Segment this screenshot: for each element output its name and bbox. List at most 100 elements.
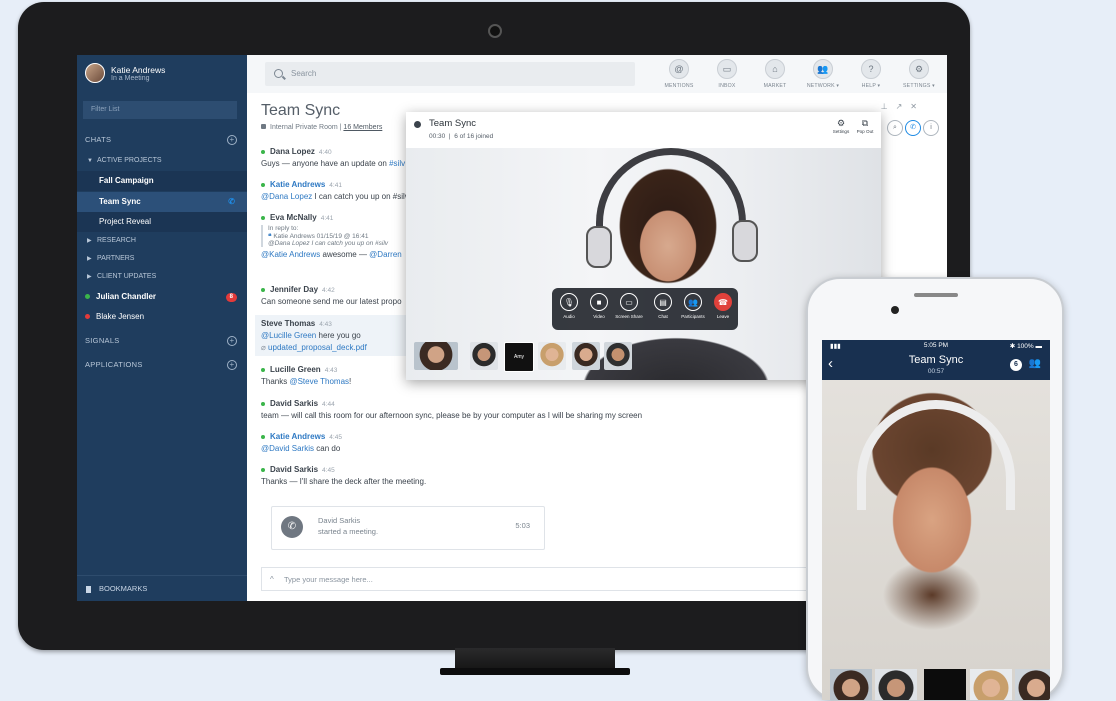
at-icon: @ <box>669 59 689 79</box>
chevron-up-icon[interactable]: ^ <box>270 568 274 592</box>
chevron-right-icon: ▶ <box>87 238 92 244</box>
add-chat-icon[interactable]: + <box>227 135 237 145</box>
sidebar-item-team-sync[interactable]: Team Sync ✆ <box>77 192 247 212</box>
attachment-icon: ⌀ <box>261 343 269 352</box>
room-meta: Internal Private Room | 16 Members <box>261 124 382 131</box>
sidebar-item-project-reveal[interactable]: Project Reveal <box>77 212 247 232</box>
phone-speaker <box>914 293 958 297</box>
mobile-app-screen: ▮▮▮ 5:05 PM ✱ 100% ▬ ‹ Team Sync 00:57 6… <box>822 340 1050 700</box>
mic-icon: 🎙 <box>560 293 578 311</box>
group-research[interactable]: ▶ RESEARCH <box>77 231 247 251</box>
pin-icon[interactable]: ⊥ <box>881 102 896 111</box>
popout-icon[interactable]: ↗ <box>896 102 911 111</box>
help-icon: ? <box>861 59 881 79</box>
add-signal-icon[interactable]: + <box>227 336 237 346</box>
top-bar: Search @ MENTIONS ▭ INBOX ⌂ MARKET 👥 NETWORK… <box>247 55 947 94</box>
nav-market[interactable]: ⌂ MARKET <box>750 59 800 89</box>
bookmark-icon <box>86 585 91 593</box>
participant-tile[interactable] <box>970 669 1012 700</box>
chats-section[interactable]: CHATS + <box>77 130 247 150</box>
bluetooth-icon: ✱ <box>1009 343 1016 350</box>
room-toolbar: ⊥↗✕ <box>881 102 925 111</box>
message: Katie Andrews 4:45 @David Sarkis can do <box>261 432 342 453</box>
popout-icon: ⧉ <box>861 118 869 128</box>
nav-help[interactable]: ? HELP ▾ <box>846 59 896 89</box>
nav-inbox[interactable]: ▭ INBOX <box>702 59 752 89</box>
audio-button[interactable]: 🎙 Audio <box>554 293 584 319</box>
participant-tile[interactable] <box>924 669 966 700</box>
group-client-updates[interactable]: ▶ CLIENT UPDATES <box>77 267 247 287</box>
nav-settings[interactable]: ⚙ SETTINGS ▾ <box>894 59 944 89</box>
phone-icon: ✆ <box>228 197 235 206</box>
meeting-card[interactable]: ✆ David Sarkis started a meeting. 5:03 <box>271 506 545 550</box>
user-profile[interactable]: Katie Andrews In a Meeting <box>85 63 165 83</box>
applications-section[interactable]: APPLICATIONS + <box>77 355 247 375</box>
nav-mentions[interactable]: @ MENTIONS <box>654 59 704 89</box>
video-settings-button[interactable]: ⚙ Settings <box>829 117 853 134</box>
call-icon[interactable]: ✆ <box>905 120 921 136</box>
page-title: Team Sync <box>261 102 341 119</box>
people-icon[interactable]: 👥 <box>1029 358 1041 369</box>
participant-tile[interactable] <box>572 342 600 370</box>
status-busy-icon <box>85 314 90 320</box>
attachment-link[interactable]: updated_proposal_deck.pdf <box>268 343 367 352</box>
filter-list-input[interactable]: Filter List <box>83 101 237 119</box>
close-icon[interactable]: ✕ <box>910 102 925 111</box>
participant-tile[interactable] <box>1015 669 1050 700</box>
group-active-projects[interactable]: ▼ ACTIVE PROJECTS <box>77 151 247 171</box>
sidebar-item-fall-campaign[interactable]: Fall Campaign <box>77 171 247 191</box>
battery-icon: ▬ <box>1035 343 1043 350</box>
message-input[interactable]: ^ Type your message here... <box>261 567 861 591</box>
joined-count: 6 of 16 joined <box>454 133 494 140</box>
status-online-icon <box>85 294 90 300</box>
monitor-stand-base <box>440 668 630 675</box>
search-input[interactable]: Search <box>265 62 635 86</box>
unread-badge: 8 <box>225 293 237 302</box>
chats-label: CHATS <box>85 135 112 144</box>
chevron-right-icon: ▶ <box>87 256 92 262</box>
screen-share-button[interactable]: ▭ Screen Share <box>614 293 644 319</box>
inbox-icon: ▭ <box>717 59 737 79</box>
chat-button[interactable]: ▤ Chat <box>648 293 678 319</box>
home-icon: ⌂ <box>765 59 785 79</box>
signals-section[interactable]: SIGNALS + <box>77 331 247 351</box>
group-partners[interactable]: ▶ PARTNERS <box>77 249 247 269</box>
info-icon[interactable]: i <box>923 120 939 136</box>
participant-tile[interactable] <box>875 669 917 700</box>
participant-tile[interactable]: Amy <box>504 342 534 372</box>
participant-tile[interactable] <box>830 669 872 700</box>
phone-icon: ✆ <box>281 516 303 538</box>
video-call-header: Team Sync 00:30 | 6 of 16 joined ⚙ Settin… <box>406 112 881 149</box>
participants-button[interactable]: 👥 Participants <box>678 293 708 319</box>
people-icon: 👥 <box>684 293 702 311</box>
members-link[interactable]: 16 Members <box>343 124 382 131</box>
add-application-icon[interactable]: + <box>227 360 237 370</box>
participant-tile[interactable] <box>604 342 632 370</box>
participant-tile[interactable] <box>538 342 566 370</box>
video-button[interactable]: ■ Video <box>584 293 614 319</box>
user-name: Katie Andrews <box>111 64 166 75</box>
mobile-phone: ▮▮▮ 5:05 PM ✱ 100% ▬ ‹ Team Sync 00:57 6… <box>806 277 1064 701</box>
record-icon <box>414 121 421 128</box>
hangup-icon: ☎ <box>714 293 732 311</box>
leave-button[interactable]: ☎ Leave <box>708 293 738 319</box>
participant-tile[interactable] <box>414 342 458 370</box>
camera-icon: ■ <box>590 293 608 311</box>
lock-icon <box>261 124 266 129</box>
avatar[interactable] <box>85 63 105 83</box>
chevron-right-icon: ▶ <box>87 274 92 280</box>
sidebar-item-blake-jensen[interactable]: Blake Jensen <box>77 307 247 327</box>
headphones-graphic <box>857 400 1015 510</box>
message: David Sarkis 4:44 team — will call this r… <box>261 399 643 420</box>
search-room-icon[interactable]: ⌕ <box>887 120 903 136</box>
video-popout-button[interactable]: ⧉ Pop Out <box>853 117 877 134</box>
sidebar: Katie Andrews In a Meeting Filter List C… <box>77 55 247 601</box>
participant-tile[interactable] <box>470 342 498 370</box>
sidebar-item-julian-chandler[interactable]: Julian Chandler 8 <box>77 287 247 307</box>
phone-camera <box>891 306 899 314</box>
participant-count-badge[interactable]: 6 <box>1010 359 1022 371</box>
gear-icon: ⚙ <box>909 59 929 79</box>
nav-network[interactable]: 👥 NETWORK ▾ <box>798 59 848 89</box>
bookmarks-button[interactable]: BOOKMARKS <box>77 575 247 601</box>
user-status: In a Meeting <box>111 74 150 82</box>
